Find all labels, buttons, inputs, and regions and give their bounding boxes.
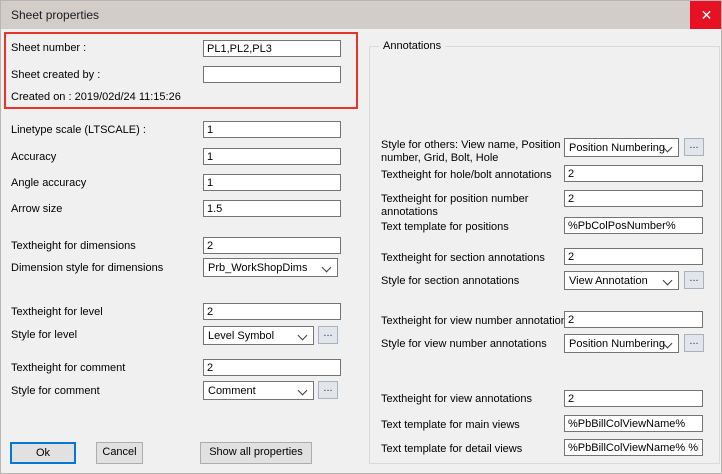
arrow-size-label: Arrow size [11,203,62,215]
style-level-browse-button[interactable]: ... [318,326,338,344]
textheight-hole-bolt-label: Textheight for hole/bolt annotations [381,169,552,181]
dialog-title: Sheet properties [11,8,99,22]
text-template-main-views-label: Text template for main views [381,419,520,431]
style-section-browse-button[interactable]: ... [684,271,704,289]
style-section-label: Style for section annotations [381,275,519,287]
text-template-positions-label: Text template for positions [381,221,509,233]
textheight-hole-bolt-input[interactable] [564,165,703,182]
textheight-view-number-input[interactable] [564,311,703,328]
text-template-detail-views-label: Text template for detail views [381,443,522,455]
text-template-main-views-input[interactable] [564,415,703,432]
textheight-level-input[interactable] [203,303,341,320]
text-template-detail-views-input[interactable] [564,439,703,456]
cancel-button[interactable]: Cancel [96,442,143,464]
style-comment-browse-button[interactable]: ... [318,381,338,399]
style-others-label: Style for others: View name, Position nu… [381,139,563,165]
textheight-dimensions-label: Textheight for dimensions [11,240,136,252]
ltscale-input[interactable] [203,121,341,138]
style-others-dropdown[interactable]: Position Numbering [564,138,679,157]
dimension-style-dropdown[interactable]: Prb_WorkShopDims [203,258,338,277]
style-comment-dropdown[interactable]: Comment [203,381,314,400]
show-all-properties-button[interactable]: Show all properties [200,442,312,464]
annotations-group-label: Annotations [379,40,445,52]
textheight-view-number-label: Textheight for view number annotations [381,315,572,327]
sheet-properties-dialog: Sheet properties ✕ Sheet number : Sheet … [0,0,722,474]
textheight-level-label: Textheight for level [11,306,103,318]
sheet-number-input[interactable] [203,40,341,57]
style-view-number-value: Position Numbering [565,335,678,350]
sheet-number-label: Sheet number : [11,42,86,54]
textheight-comment-label: Textheight for comment [11,362,125,374]
textheight-view-input[interactable] [564,390,703,407]
title-bar[interactable]: Sheet properties ✕ [1,1,722,29]
textheight-comment-input[interactable] [203,359,341,376]
sheet-created-by-label: Sheet created by : [11,69,100,81]
angle-accuracy-label: Angle accuracy [11,177,86,189]
style-others-browse-button[interactable]: ... [684,138,704,156]
created-on-text: Created on : 2019/02d/24 11:15:26 [11,91,181,103]
style-section-value: View Annotation [565,272,678,287]
style-view-number-label: Style for view number annotations [381,338,547,350]
textheight-view-label: Textheight for view annotations [381,393,532,405]
textheight-section-input[interactable] [564,248,703,265]
textheight-position-number-label: Textheight for position number annotatio… [381,193,563,219]
style-view-number-browse-button[interactable]: ... [684,334,704,352]
dimension-style-label: Dimension style for dimensions [11,262,163,274]
arrow-size-input[interactable] [203,200,341,217]
accuracy-label: Accuracy [11,151,56,163]
dimension-style-value: Prb_WorkShopDims [204,259,337,274]
close-icon[interactable]: ✕ [690,1,722,29]
textheight-position-number-input[interactable] [564,190,703,207]
style-level-label: Style for level [11,329,77,341]
style-others-value: Position Numbering [565,139,678,154]
textheight-section-label: Textheight for section annotations [381,252,545,264]
text-template-positions-input[interactable] [564,217,703,234]
style-level-dropdown[interactable]: Level Symbol [203,326,314,345]
textheight-dimensions-input[interactable] [203,237,341,254]
ltscale-label: Linetype scale (LTSCALE) : [11,124,146,136]
angle-accuracy-input[interactable] [203,174,341,191]
sheet-created-by-input[interactable] [203,66,341,83]
style-section-dropdown[interactable]: View Annotation [564,271,679,290]
accuracy-input[interactable] [203,148,341,165]
ok-button[interactable]: Ok [10,442,76,464]
style-view-number-dropdown[interactable]: Position Numbering [564,334,679,353]
style-comment-label: Style for comment [11,385,100,397]
